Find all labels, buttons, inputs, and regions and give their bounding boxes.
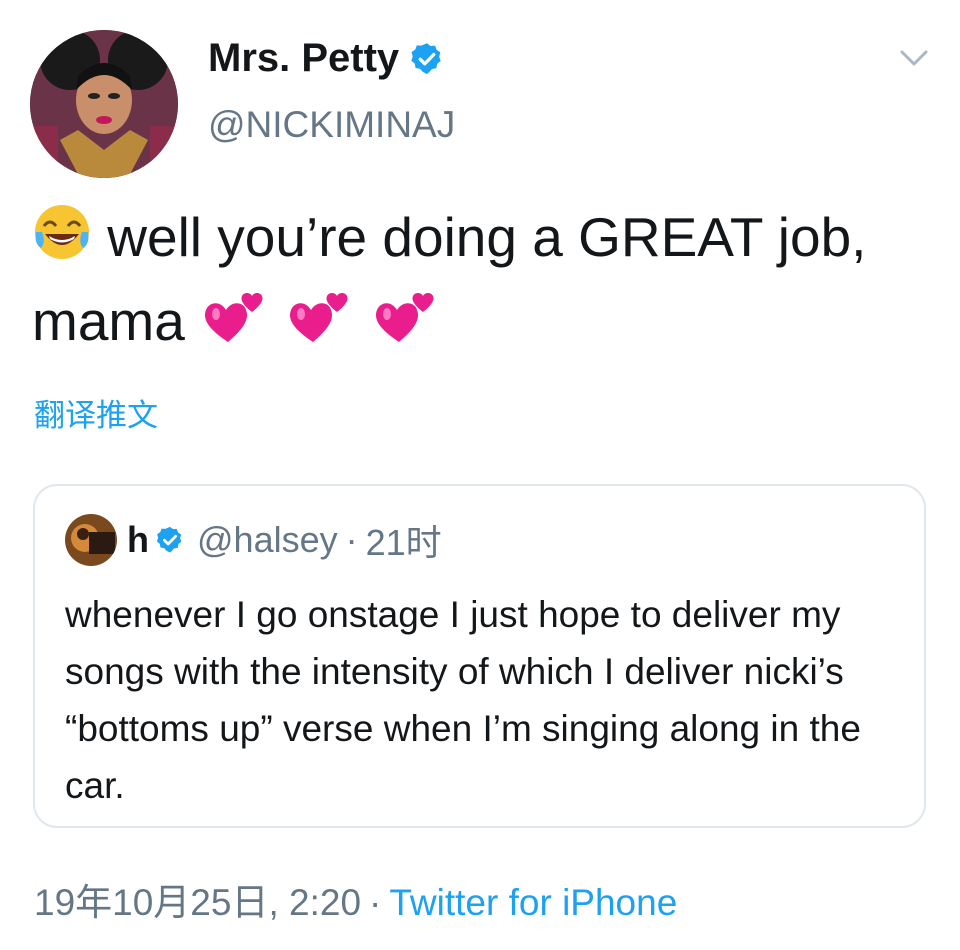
author-handle[interactable]: @NICKIMINAJ — [208, 104, 455, 146]
tweet-timestamp[interactable]: 19年10月25日, 2:20 — [34, 882, 361, 923]
face-with-tears-of-joy-emoji — [32, 202, 92, 282]
author-name-text[interactable]: Mrs. Petty — [208, 36, 399, 81]
two-hearts-emoji — [371, 286, 441, 366]
author-display-name[interactable]: Mrs. Petty — [208, 36, 445, 81]
tweet-body: well you’re doing a GREAT job, mama — [32, 206, 867, 352]
translate-tweet-link[interactable]: 翻译推文 — [34, 390, 158, 435]
two-hearts-emoji — [285, 286, 355, 366]
tweet-text: well you’re doing a GREAT job, mama — [32, 198, 932, 366]
quoted-tweet-card[interactable]: h @halsey · 21时 whenever I go onstage I … — [33, 484, 926, 828]
verified-badge-icon — [155, 525, 185, 555]
tweet-footer: 19年10月25日, 2:20 · Twitter for iPhone — [34, 872, 677, 926]
chevron-down-icon[interactable] — [896, 44, 932, 72]
two-hearts-emoji — [200, 286, 270, 366]
verified-badge-icon — [409, 41, 445, 77]
quoted-tweet-text: whenever I go onstage I just hope to del… — [65, 594, 861, 806]
separator-dot: · — [345, 519, 358, 560]
author-avatar[interactable] — [30, 30, 178, 178]
separator-dot: · — [369, 882, 382, 923]
quoted-author-name[interactable]: h — [127, 519, 149, 561]
quoted-author-handle[interactable]: @halsey — [197, 519, 338, 561]
quoted-tweet-header: h @halsey · 21时 — [65, 514, 442, 566]
tweet-source-link[interactable]: Twitter for iPhone — [389, 882, 677, 923]
quoted-author-avatar[interactable] — [65, 514, 117, 566]
quoted-tweet-time[interactable]: 21时 — [366, 514, 442, 566]
